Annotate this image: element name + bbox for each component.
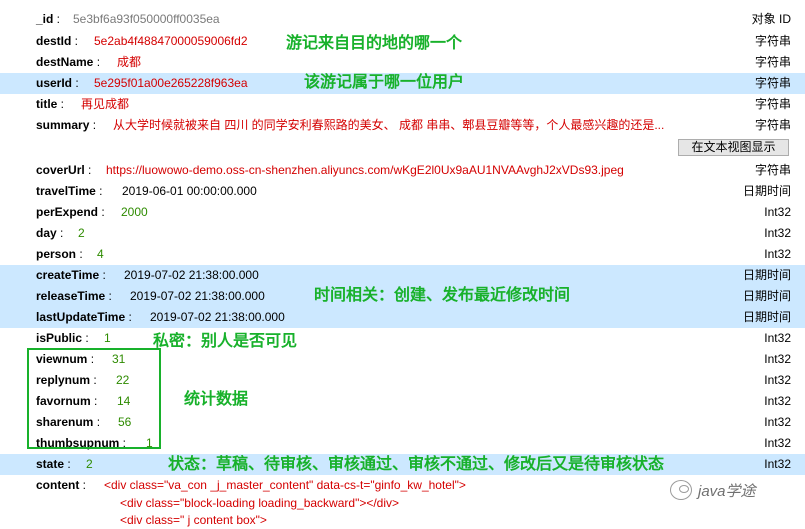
field-key-text: person [36,247,77,261]
field-type: Int32 [764,352,791,366]
field-value: 2019-07-02 21:38:00.000 [124,268,259,282]
field-key: userId : [36,76,79,90]
field-type: 字符串 [754,118,791,132]
annotation-state: 状态：草稿、待审核、审核通过、审核不通过、修改后又是待审核状态 [168,456,665,473]
field-key-text: day [36,226,57,240]
field-row[interactable]: _id : 5e3bf6a93f050000ff0035ea 对象 ID [0,9,805,30]
field-row[interactable]: perExpend : 2000 Int32 [0,202,805,223]
field-type: Int32 [764,247,791,261]
field-key: releaseTime : [36,289,112,303]
field-key-text: lastUpdateTime [36,310,126,324]
field-type: Int32 [764,436,791,450]
stats-highlight-box [27,348,161,449]
watermark: java学途 [670,478,795,502]
annotation-time: 时间相关：创建、发布最近修改时间 [314,287,571,304]
field-row[interactable]: coverUrl : https://luowowo-demo.oss-cn-sh… [0,160,805,181]
field-key-text: coverUrl [36,163,85,177]
field-row[interactable]: travelTime : 2019-06-01 00:00:00.000 日期时间 [0,181,805,202]
field-type: 字符串 [754,34,791,48]
field-key: destId : [36,34,79,48]
field-key-text: content [36,478,80,492]
field-value: https://luowowo-demo.oss-cn-shenzhen.ali… [106,163,624,177]
field-type: 字符串 [754,97,791,111]
field-value: 成都 [117,55,142,69]
field-key-text: summary [36,118,90,132]
field-key-text: title [36,97,58,111]
field-value: 2000 [121,205,148,219]
field-key: person : [36,247,83,261]
watermark-text: java学途 [698,482,756,500]
field-key: _id : [36,12,61,26]
field-key-text: userId [36,76,73,90]
field-key: createTime : [36,268,106,282]
field-type: Int32 [764,331,791,345]
field-key: content : [36,478,87,492]
field-key-text: isPublic [36,331,83,345]
field-type: Int32 [764,394,791,408]
field-value: 2019-06-01 00:00:00.000 [122,184,257,198]
field-value: 2019-07-02 21:38:00.000 [150,310,285,324]
content-line-1: <div class="block-loading loading_backwa… [120,496,400,510]
annotation-destination: 游记来自目的地的哪一个 [286,35,463,52]
field-type: 对象 ID [751,12,791,26]
field-key: destName : [36,55,101,69]
field-value: 5e3bf6a93f050000ff0035ea [73,12,220,26]
field-row[interactable]: destName : 成都 字符串 [0,52,805,73]
field-type: Int32 [764,415,791,429]
field-key: state : [36,457,71,471]
field-type: 日期时间 [742,268,791,282]
field-value: <div class="va_con _j_master_content" da… [104,478,466,492]
field-value: 2019-07-02 21:38:00.000 [130,289,265,303]
field-key: isPublic : [36,331,89,345]
wechat-icon [670,480,692,500]
field-value: 5e295f01a00e265228f963ea [94,76,248,90]
content-line-2: <div class=" j content box"> [120,513,267,527]
field-row[interactable]: summary : 从大学时候就被来自 四川 的同学安利春熙路的美女、 成都 串串… [0,115,805,136]
field-row[interactable]: title : 再见成都 字符串 [0,94,805,115]
annotation-user: 该游记属于哪一位用户 [304,74,465,91]
field-key: day : [36,226,64,240]
field-type: 日期时间 [742,289,791,303]
annotation-stats: 统计数据 [184,391,249,408]
field-key: travelTime : [36,184,103,198]
field-value: 2 [78,226,85,240]
field-value: 4 [97,247,104,261]
field-key-text: perExpend [36,205,99,219]
field-value: 2 [86,457,93,471]
field-key: summary : [36,118,97,132]
field-key-text: releaseTime [36,289,106,303]
field-key-text: travelTime [36,184,96,198]
field-row[interactable]: day : 2 Int32 [0,223,805,244]
field-type: Int32 [764,226,791,240]
field-key-text: destName [36,55,94,69]
field-type: Int32 [764,205,791,219]
field-key-text: state [36,457,65,471]
field-row[interactable]: lastUpdateTime : 2019-07-02 21:38:00.000 日… [0,307,805,328]
field-value: 1 [104,331,111,345]
field-type: 日期时间 [742,310,791,324]
field-row[interactable]: isPublic : 1 Int32 [0,328,805,349]
field-key: lastUpdateTime : [36,310,132,324]
annotation-public: 私密：别人是否可见 [153,333,298,350]
field-value: 从大学时候就被来自 四川 的同学安利春熙路的美女、 成都 串串、郫县豆瓣等等，个… [113,118,665,132]
field-row[interactable]: createTime : 2019-07-02 21:38:00.000 日期时间 [0,265,805,286]
field-type: Int32 [764,457,791,471]
field-type: 日期时间 [742,184,791,198]
view-as-text-button[interactable]: 在文本视图显示 [678,139,789,156]
field-value: 再见成都 [81,97,130,111]
field-type: Int32 [764,373,791,387]
field-value: 5e2ab4f48847000059006fd2 [94,34,248,48]
field-row[interactable]: person : 4 Int32 [0,244,805,265]
field-key-text: createTime [36,268,100,282]
field-type: 字符串 [754,55,791,69]
field-key-text: destId [36,34,72,48]
field-type: 字符串 [754,163,791,177]
field-key: title : [36,97,65,111]
field-key: perExpend : [36,205,105,219]
field-key-text: _id [36,12,54,26]
field-type: 字符串 [754,76,791,90]
field-key: coverUrl : [36,163,92,177]
